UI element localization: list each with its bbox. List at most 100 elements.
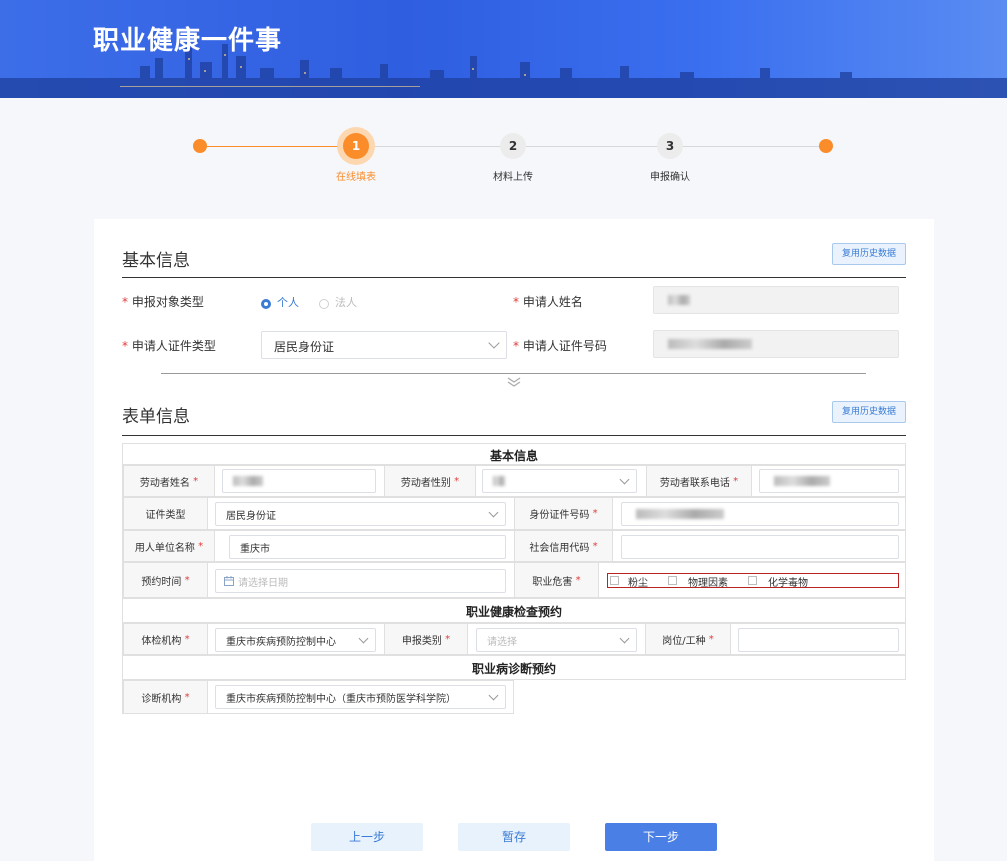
checkbox-dust-label[interactable]: 粉尘: [628, 574, 648, 589]
hazard-checkbox-group: 粉尘 物理因素 化学毒物: [607, 573, 899, 589]
checkbox-dust[interactable]: [610, 576, 619, 585]
step-3-label: 申报确认: [650, 172, 690, 183]
chevron-down-icon: [619, 474, 630, 485]
radio-legal-person-label[interactable]: 法人: [335, 294, 357, 310]
step-1-circle[interactable]: 1: [343, 133, 369, 159]
report-type-label: 申报类别 *: [384, 624, 468, 654]
report-type-select[interactable]: 请选择: [476, 628, 637, 652]
exam-org-select[interactable]: 重庆市疾病预防控制中心: [215, 628, 376, 652]
id-number-label: 身份证件号码 *: [514, 498, 613, 529]
required-mark: *: [122, 295, 128, 309]
divider: [161, 373, 866, 374]
worker-name-label: 劳动者姓名 *: [123, 466, 215, 496]
form-info-header: 表单信息 复用历史数据: [122, 401, 906, 436]
checkbox-chemical[interactable]: [748, 576, 757, 585]
diag-org-value: 重庆市疾病预防控制中心（重庆市预防医学科学院）: [226, 694, 456, 705]
hazard-label: 职业危害 *: [514, 563, 599, 597]
table-row: 用人单位名称 * 重庆市 社会信用代码 *: [122, 530, 906, 562]
reuse-history-button[interactable]: 复用历史数据: [832, 401, 906, 423]
checkbox-physical-label[interactable]: 物理因素: [688, 574, 728, 589]
step-connector: [206, 146, 356, 147]
checkbox-chemical-label[interactable]: 化学毒物: [768, 574, 808, 589]
diag-org-label: 诊断机构 *: [123, 681, 208, 713]
double-chevron-down-icon[interactable]: [506, 375, 522, 389]
id-number-input[interactable]: [621, 502, 899, 526]
id-type-value: 居民身份证: [274, 340, 335, 354]
chevron-down-icon: [488, 507, 499, 518]
progress-stepper: 1 在线填表 2 材料上传 3 申报确认: [0, 98, 1007, 218]
applicant-type-radio-group: 个人 法人: [261, 294, 381, 314]
step-end-dot: [819, 139, 833, 153]
next-step-button[interactable]: 下一步: [605, 823, 717, 851]
checkbox-physical[interactable]: [668, 576, 677, 585]
step-2-circle[interactable]: 2: [500, 133, 526, 159]
step-start-dot: [193, 139, 207, 153]
position-label: 岗位/工种 *: [645, 624, 731, 654]
employer-label: 用人单位名称 *: [123, 531, 215, 561]
form-card: 基本信息 复用历史数据 * 申报对象类型 个人 法人 * 申请人姓名 * 申请人…: [94, 219, 934, 861]
section-basic-title: 基本信息: [489, 449, 538, 463]
redacted-value: [668, 295, 690, 305]
step-connector: [370, 146, 820, 147]
credit-code-input[interactable]: [621, 535, 899, 559]
section-header-diagnosis: 职业病诊断预约: [122, 655, 906, 680]
basic-info-title: 基本信息: [122, 251, 190, 271]
exam-org-value: 重庆市疾病预防控制中心: [226, 637, 336, 648]
worker-phone-input[interactable]: [759, 469, 899, 493]
step-3-circle[interactable]: 3: [657, 133, 683, 159]
save-draft-button[interactable]: 暂存: [458, 823, 570, 851]
id-number-input[interactable]: [653, 330, 899, 358]
cert-type-select[interactable]: 居民身份证: [215, 502, 506, 526]
chevron-down-icon: [488, 337, 500, 349]
employer-value: 重庆市: [240, 544, 270, 555]
prev-step-button[interactable]: 上一步: [311, 823, 423, 851]
worker-name-input[interactable]: [222, 469, 376, 493]
radio-legal-person[interactable]: [319, 299, 329, 309]
redacted-value: [636, 509, 724, 519]
applicant-name-label: * 申请人姓名: [513, 295, 583, 309]
calendar-icon: [224, 576, 234, 586]
radio-personal[interactable]: [261, 299, 271, 309]
section-diagnosis-title: 职业病诊断预约: [471, 662, 556, 676]
reuse-history-button[interactable]: 复用历史数据: [832, 243, 906, 265]
applicant-type-label: * 申报对象类型: [122, 295, 204, 309]
required-mark: *: [513, 339, 519, 353]
appointment-label: 预约时间 *: [123, 563, 208, 597]
worker-gender-select[interactable]: [482, 469, 637, 493]
section-health-exam-title: 职业健康检查预约: [465, 605, 562, 619]
appointment-placeholder: 请选择日期: [238, 578, 288, 589]
redacted-value: [233, 476, 263, 486]
chevron-down-icon: [619, 633, 630, 644]
chevron-down-icon: [358, 633, 369, 644]
chevron-down-icon: [488, 690, 499, 701]
id-type-select[interactable]: 居民身份证: [261, 331, 507, 359]
redacted-value: [493, 476, 505, 486]
redacted-value: [668, 339, 752, 349]
redacted-value: [774, 476, 830, 486]
table-row: 劳动者姓名 * 劳动者性别 * 劳动者联系电话 *: [122, 465, 906, 497]
table-row: 证件类型 居民身份证 身份证件号码 *: [122, 497, 906, 530]
id-number-label: * 申请人证件号码: [513, 339, 607, 353]
employer-input[interactable]: 重庆市: [229, 535, 506, 559]
position-input[interactable]: [738, 628, 899, 652]
diag-org-select[interactable]: 重庆市疾病预防控制中心（重庆市预防医学科学院）: [215, 685, 506, 709]
step-1-label: 在线填表: [336, 172, 376, 183]
table-row: 体检机构 * 重庆市疾病预防控制中心 申报类别 * 请选择 岗位/工种 *: [122, 623, 906, 655]
table-row: 预约时间 * 请选择日期 职业危害 * 粉尘 物理因素 化学毒物: [122, 562, 906, 598]
report-type-placeholder: 请选择: [487, 637, 517, 648]
cert-type-value: 居民身份证: [226, 511, 276, 522]
appointment-date-input[interactable]: 请选择日期: [215, 569, 506, 593]
required-mark: *: [122, 339, 128, 353]
exam-org-label: 体检机构 *: [123, 624, 208, 654]
credit-code-label: 社会信用代码 *: [514, 531, 613, 561]
id-type-label: * 申请人证件类型: [122, 339, 216, 353]
worker-phone-label: 劳动者联系电话 *: [646, 466, 752, 496]
required-mark: *: [513, 295, 519, 309]
app-title: 职业健康一件事: [93, 26, 283, 56]
step-2-label: 材料上传: [493, 172, 533, 183]
form-info-title: 表单信息: [122, 407, 190, 427]
section-header-basic: 基本信息: [122, 443, 906, 465]
cert-type-label: 证件类型: [123, 498, 208, 529]
radio-personal-label[interactable]: 个人: [277, 294, 299, 310]
applicant-name-input[interactable]: [653, 286, 899, 314]
